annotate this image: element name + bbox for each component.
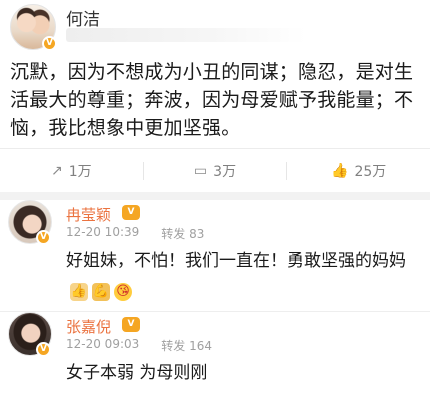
kiss-emoji-icon: 😘 (114, 283, 132, 301)
comment-icon: ▭ (193, 162, 208, 179)
blurred-source-line (66, 28, 306, 42)
thumbs-up-emoji-icon: 👍 (70, 283, 88, 301)
comment-forward-count[interactable]: 转发 83 (161, 225, 204, 242)
vip-crown-icon: V (122, 317, 140, 332)
comment-text: 女子本弱 为母则刚 (66, 363, 208, 383)
comment-meta: 12-20 09:03 转发 164 (66, 337, 212, 354)
verified-badge-icon: V (36, 230, 51, 245)
repost-icon: ↗ (51, 162, 63, 179)
comment-button[interactable]: ▭ 3万 (144, 161, 287, 181)
verified-badge-icon: V (42, 36, 57, 51)
comment-time: 12-20 09:03 (66, 337, 140, 351)
comment-meta: 12-20 10:39 转发 83 (66, 225, 204, 242)
post-action-bar: ↗ 1万 ▭ 3万 👍 25万 (0, 148, 430, 192)
comment-count: 3万 (213, 163, 237, 180)
comment-forward-count[interactable]: 转发 164 (161, 337, 212, 354)
comment-time: 12-20 10:39 (66, 225, 140, 239)
section-gap (0, 192, 430, 200)
commenter-name[interactable]: 张嘉倪 (66, 316, 111, 337)
comment-body: 好姐妹，不怕！我们一直在！勇敢坚强的妈妈 (66, 251, 406, 271)
like-count: 25万 (354, 163, 387, 180)
post-author-name[interactable]: 何洁 (66, 5, 100, 30)
weibo-post: V 何洁 沉默，因为不想成为小丑的同谋；隐忍，是对生活最大的尊重；奔波，因为母爱… (0, 0, 430, 148)
repost-button[interactable]: ↗ 1万 (0, 161, 143, 181)
comment-text: 好姐妹，不怕！我们一直在！勇敢坚强的妈妈 👍 💪 😘 (66, 248, 416, 301)
like-button[interactable]: 👍 25万 (287, 161, 430, 181)
vip-crown-icon: V (122, 205, 140, 220)
like-icon: 👍 (331, 162, 349, 179)
post-text: 沉默，因为不想成为小丑的同谋；隐忍，是对生活最大的尊重；奔波，因为母爱赋予我能量… (10, 61, 414, 139)
commenter-name[interactable]: 冉莹颖 (66, 204, 111, 225)
comment-item: V 张嘉倪 V 12-20 09:03 转发 164 女子本弱 为母则刚 (0, 312, 430, 414)
muscle-emoji-icon: 💪 (92, 283, 110, 301)
verified-badge-icon: V (36, 342, 51, 357)
comment-item: V 冉莹颖 V 12-20 10:39 转发 83 好姐妹，不怕！我们一直在！勇… (0, 200, 430, 312)
repost-count: 1万 (68, 163, 92, 180)
